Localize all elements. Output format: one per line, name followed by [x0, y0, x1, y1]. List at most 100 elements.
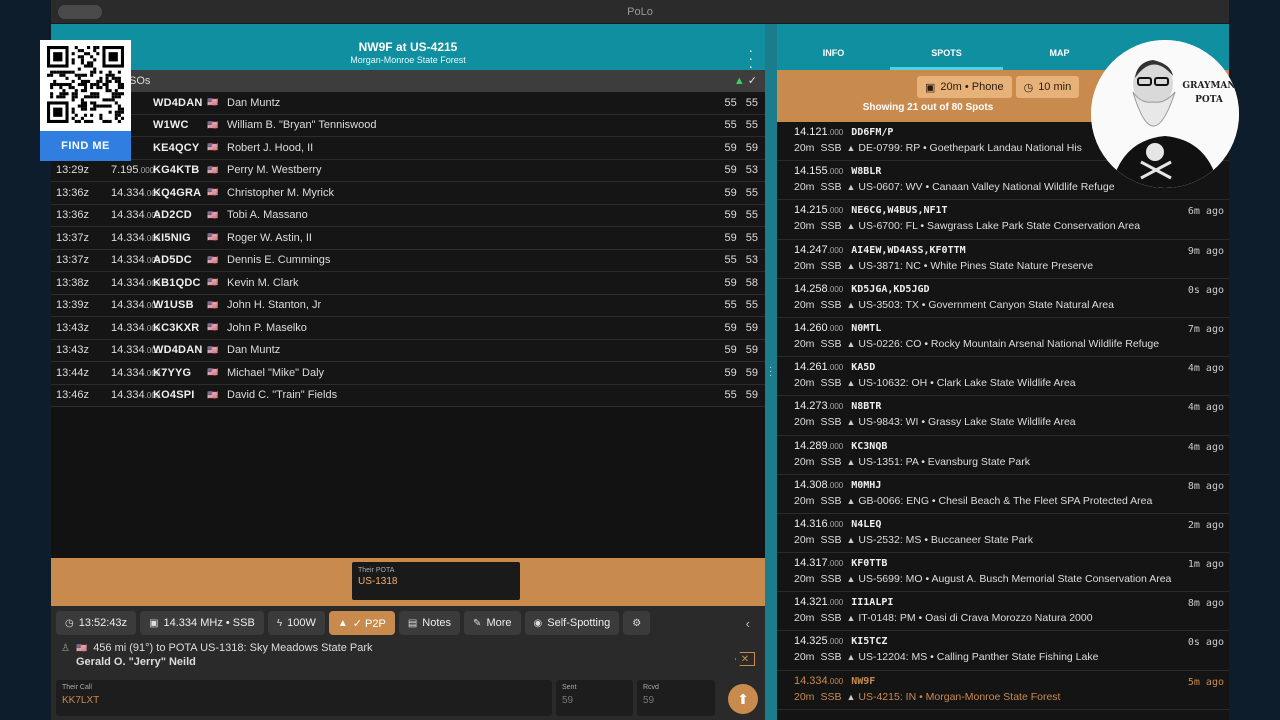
qso-frequency: 14.334.000	[111, 367, 160, 379]
their-pota-field[interactable]: Their POTA US-1318	[352, 562, 520, 600]
chevron-left-icon[interactable]: ‹	[746, 616, 760, 631]
tab-spots[interactable]: SPOTS	[890, 24, 1003, 70]
spot-frequency: 14.317.000	[794, 557, 843, 569]
spot-frequency: 14.260.000	[794, 322, 843, 334]
qso-callsign: KQ4GRA	[153, 186, 202, 199]
table-row[interactable]: 13:36z 14.334.000 KQ4GRA 🇺🇸 Christopher M. M…	[51, 182, 765, 205]
spot-band: 20m	[794, 220, 815, 233]
qso-frequency-mhz: 7.195	[111, 164, 139, 177]
table-row[interactable]: 13:37z 14.334.000 KI5NIG 🇺🇸 Roger W. Astin, …	[51, 227, 765, 250]
table-row[interactable]: 13:39z 14.334.000 W1USB 🇺🇸 John H. Stanton, …	[51, 294, 765, 317]
spot-frequency-mhz: 14.121	[794, 126, 828, 138]
spot-item[interactable]: 14.273.000 N8BTR 4m ago 20m SSB ▲ US-9843: WI …	[777, 396, 1229, 436]
table-row[interactable]: 13:43z 14.334.000 KC3KXR 🇺🇸 John P. Maselko 5…	[51, 317, 765, 340]
table-row[interactable]: 13:36z 14.334.000 AD2CD 🇺🇸 Tobi A. Massano 59…	[51, 204, 765, 227]
qso-frequency: 7.195.000	[111, 164, 154, 177]
frequency-button[interactable]: ▣ 14.334 MHz • SSB	[140, 611, 264, 635]
time-window-filter[interactable]: ◷ 10 min	[1015, 76, 1080, 98]
tree-icon: ▲	[733, 75, 745, 87]
spot-park: US-3871: NC • White Pines State Nature P…	[858, 259, 1094, 272]
spot-item[interactable]: 14.247.000 AI4EW,WD4ASS,KF0TTM 9m ago 20m SS…	[777, 239, 1229, 279]
flag-icon: 🇺🇸	[207, 164, 219, 175]
table-row[interactable]: .000WD4DAN🇺🇸Dan Muntz55 55	[51, 92, 765, 115]
table-row[interactable]: 13:29z 7.195.000 KG4KTB 🇺🇸 Perry M. Westberr…	[51, 159, 765, 182]
p2p-button[interactable]: ▲ ✓ P2P	[328, 611, 395, 635]
spot-line-1: 14.155.000 W8BLR	[794, 165, 881, 177]
spot-frequency-khz: .000	[827, 245, 844, 255]
spot-list: 14.121.000 DD6FM/P 20m SSB ▲ DE-0799: RP • Go…	[777, 122, 1229, 710]
table-row[interactable]: 13:43z 14.334.000 WD4DAN 🇺🇸 Dan Muntz 59 59	[51, 339, 765, 362]
qso-frequency: 14.334.000	[111, 187, 160, 199]
qso-time: 13:43z	[56, 321, 90, 334]
window-control[interactable]	[58, 5, 102, 19]
spot-frequency-mhz: 14.155	[794, 165, 828, 178]
qso-callsign: W1USB	[153, 299, 194, 312]
self-spotting-button[interactable]: ◉ Self-Spotting	[524, 611, 620, 635]
settings-button[interactable]: ⚙	[623, 611, 651, 635]
table-row[interactable]: 13:44z 14.334.000 K7YYG 🇺🇸 Michael "Mike" Da…	[51, 362, 765, 385]
qso-rst: 59 59	[724, 321, 758, 334]
their-call-field[interactable]: Their Call KK7LXT	[56, 680, 552, 716]
qso-frequency-mhz: 14.334	[111, 254, 145, 267]
spot-frequency-mhz: 14.215	[794, 204, 828, 217]
qso-frequency-mhz: 14.334	[111, 389, 145, 402]
time-button[interactable]: ◷ 13:52:43z	[56, 611, 137, 635]
spot-item[interactable]: 14.316.000 N4LEQ 2m ago 20m SSB ▲ US-2532: MS …	[777, 513, 1229, 554]
spot-item[interactable]: 14.261.000 KA5D 4m ago 20m SSB ▲ US-10632: OH …	[777, 357, 1229, 397]
table-row[interactable]: 13:38z 14.334.000 KB1QDC 🇺🇸 Kevin M. Clark 59…	[51, 272, 765, 295]
spot-callsign: II1ALPI	[851, 597, 894, 609]
window-title: PoLo	[627, 5, 653, 18]
pane-divider[interactable]: · · ·	[765, 24, 777, 720]
spot-item[interactable]: 14.308.000 M0MHJ 8m ago 20m SSB ▲ GB-0066: ENG…	[777, 474, 1229, 514]
qso-operator-name: Robert J. Hood, II	[227, 141, 314, 154]
their-pota-label: Their POTA	[358, 567, 395, 574]
spot-age: 2m ago	[1187, 519, 1224, 531]
spot-item[interactable]: 14.215.000 NE6CG,W4BUS,NF1T 6m ago 20m SSB ▲ U…	[777, 200, 1229, 240]
notes-button[interactable]: ▤ Notes	[398, 611, 461, 635]
spot-frequency-khz: .000	[827, 402, 844, 412]
spot-line-2: 20m SSB ▲ US-0226: CO • Rocky Mountain Arse…	[794, 338, 1159, 350]
spot-mode: SSB	[820, 494, 842, 507]
spot-item[interactable]: 14.321.000 II1ALPI 8m ago 20m SSB ▲ IT-0148: P…	[777, 592, 1229, 632]
table-row[interactable]: 13:46z 14.334.000 KO4SPI 🇺🇸 David C. "Train"…	[51, 384, 765, 407]
power-button[interactable]: ϟ 100W	[267, 611, 325, 635]
spot-park: US-6700: FL • Sawgrass Lake Park State C…	[858, 220, 1141, 233]
table-row[interactable]: .000KE4QCY🇺🇸Robert J. Hood, II59 59	[51, 137, 765, 160]
spot-line-2: 20m SSB ▲ US-2532: MS • Buccaneer State Par…	[794, 534, 1033, 546]
spot-line-1: 14.247.000 AI4EW,WD4ASS,KF0TTM	[794, 244, 966, 256]
spot-frequency: 14.258.000	[794, 283, 843, 295]
spot-callsign: DD6FM/P	[851, 127, 894, 138]
spot-line-2: 20m SSB ▲ US-3871: NC • White Pines State N…	[794, 260, 1093, 272]
spot-frequency: 14.325.000	[794, 635, 843, 647]
spot-line-2: 20m SSB ▲ US-0607: WV • Canaan Valley Natio…	[794, 181, 1115, 193]
spot-park: US-5699: MO • August A. Busch Memorial S…	[858, 573, 1172, 586]
spot-item[interactable]: 14.289.000 KC3NQB 4m ago 20m SSB ▲ US-1351: PA…	[777, 435, 1229, 475]
qso-rst: 55 55	[724, 119, 758, 132]
qso-time: 13:38z	[56, 276, 90, 289]
spot-item[interactable]: 14.317.000 KF0TTB 1m ago 20m SSB ▲ US-5699: MO…	[777, 553, 1229, 593]
qso-callsign: WD4DAN	[153, 344, 203, 357]
table-row[interactable]: 13:37z 14.334.000 AD5DC 🇺🇸 Dennis E. Cumming…	[51, 249, 765, 272]
spot-frequency: 14.316.000	[794, 518, 843, 530]
rcvd-field[interactable]: Rcvd 59	[637, 680, 715, 716]
tab-info[interactable]: INFO	[777, 24, 890, 70]
spot-park: US-0607: WV • Canaan Valley National Wil…	[858, 181, 1115, 194]
log-upload-button[interactable]: ⬆	[728, 684, 758, 714]
qr-code-overlay[interactable]: FIND ME	[40, 40, 131, 161]
band-mode-filter[interactable]: ▣ 20m • Phone	[917, 76, 1012, 98]
drag-handle-icon[interactable]: · · ·	[769, 363, 772, 381]
qso-frequency: 14.334.000	[111, 232, 160, 244]
tab-map[interactable]: MAP	[1003, 24, 1116, 70]
sent-field[interactable]: Sent 59	[556, 680, 633, 716]
spot-item[interactable]: 14.260.000 N0MTL 7m ago 20m SSB ▲ US-0226: CO …	[777, 317, 1229, 358]
spot-item[interactable]: 14.334.000 NW9F 5m ago 20m SSB ▲ US-4215: IN •…	[777, 670, 1229, 710]
more-menu-icon[interactable]: · · ·	[748, 43, 753, 73]
table-row[interactable]: .000W1WC🇺🇸William B. "Bryan" Tenniswood5…	[51, 114, 765, 137]
spot-frequency: 14.334.000	[794, 675, 843, 687]
spot-item[interactable]: 14.325.000 KI5TCZ 0s ago 20m SSB ▲ US-12204: M…	[777, 631, 1229, 671]
more-button[interactable]: ✎ More	[464, 611, 521, 635]
spot-callsign: AI4EW,WD4ASS,KF0TTM	[851, 244, 966, 256]
spot-line-1: 14.321.000 II1ALPI	[794, 596, 893, 608]
qso-time: 13:36z	[56, 209, 90, 222]
spot-item[interactable]: 14.258.000 KD5JGA,KD5JGD 0s ago 20m SSB ▲ US-3…	[777, 278, 1229, 318]
